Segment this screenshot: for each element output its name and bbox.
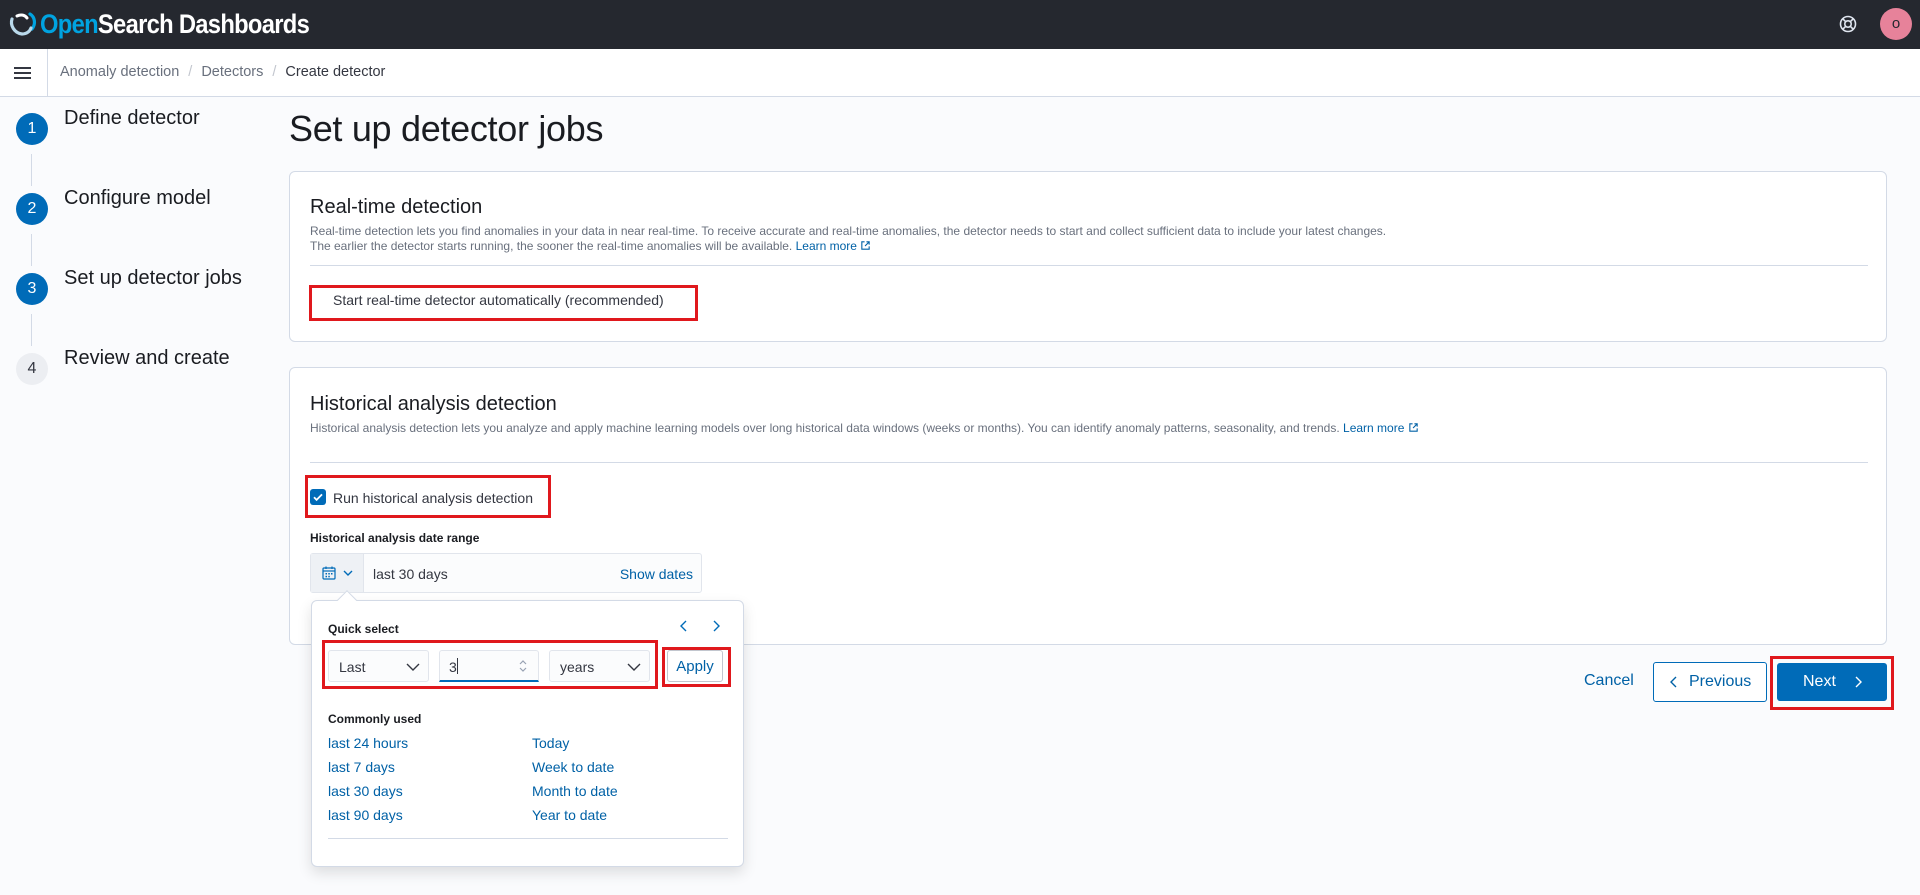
step-configure-model[interactable]: 2 Configure model: [16, 187, 211, 225]
breadcrumb-create-detector: Create detector: [285, 64, 386, 80]
realtime-checkbox[interactable]: [316, 292, 332, 308]
divider: [310, 265, 1868, 266]
page-title: Set up detector jobs: [289, 108, 604, 149]
highlight-apply-button: [662, 647, 731, 687]
historical-learn-more-link[interactable]: Learn more: [1343, 421, 1419, 435]
quick-select-toggle-button[interactable]: [311, 554, 364, 592]
commonly-used-last-90-days[interactable]: last 90 days: [328, 807, 403, 823]
step-label: Review and create: [64, 347, 230, 369]
divider: [47, 49, 48, 97]
opensearch-logo-icon: [9, 12, 37, 36]
step-label: Configure model: [64, 187, 211, 209]
step-number: 3: [16, 273, 48, 305]
breadcrumb-separator: /: [188, 64, 193, 80]
checkmark-icon: [313, 493, 323, 502]
chevron-right-icon: [1855, 676, 1862, 688]
external-link-icon: [1409, 423, 1418, 432]
date-range-value[interactable]: last 30 days: [373, 566, 448, 582]
chevron-down-icon: [343, 570, 353, 576]
step-label: Define detector: [64, 107, 200, 129]
top-header-bar: OpenSearch Dashboards o: [0, 0, 1920, 49]
step-connector: [31, 154, 32, 186]
show-dates-button[interactable]: Show dates: [620, 566, 693, 582]
commonly-used-last-7-days[interactable]: last 7 days: [328, 759, 395, 775]
user-avatar[interactable]: o: [1880, 8, 1912, 40]
realtime-learn-more-link[interactable]: Learn more: [796, 239, 872, 253]
historical-checkbox-label[interactable]: Run historical analysis detection: [333, 490, 533, 506]
breadcrumb-anomaly-detection[interactable]: Anomaly detection: [60, 64, 179, 80]
step-number: 4: [16, 353, 48, 385]
date-range-picker: last 30 days Show dates: [310, 553, 702, 593]
realtime-description: Real-time detection lets you find anomal…: [310, 224, 1387, 253]
breadcrumb-detectors[interactable]: Detectors: [201, 64, 263, 80]
next-button[interactable]: Next: [1777, 663, 1887, 701]
step-connector: [31, 314, 32, 346]
commonly-used-last-30-days[interactable]: last 30 days: [328, 783, 403, 799]
commonly-used-week-to-date[interactable]: Week to date: [532, 759, 614, 775]
chevron-right-icon[interactable]: [709, 619, 723, 633]
quick-select-title: Quick select: [328, 622, 399, 636]
previous-button[interactable]: Previous: [1653, 662, 1767, 702]
calendar-icon: [322, 566, 336, 580]
step-set-up-detector-jobs[interactable]: 3 Set up detector jobs: [16, 267, 242, 305]
breadcrumb: Anomaly detection / Detectors / Create d…: [60, 64, 385, 80]
highlight-quick-select-controls: [322, 640, 658, 689]
commonly-used-title: Commonly used: [328, 712, 422, 726]
historical-checkbox[interactable]: [310, 489, 326, 505]
step-label: Set up detector jobs: [64, 267, 242, 289]
divider: [310, 462, 1868, 463]
cancel-button[interactable]: Cancel: [1584, 672, 1634, 690]
breadcrumb-separator: /: [272, 64, 277, 80]
hamburger-menu-icon[interactable]: [12, 64, 34, 82]
step-number: 1: [16, 113, 48, 145]
step-define-detector[interactable]: 1 Define detector: [16, 107, 200, 145]
help-icon[interactable]: [1836, 12, 1860, 36]
step-review-and-create[interactable]: 4 Review and create: [16, 347, 230, 385]
realtime-title: Real-time detection: [310, 196, 483, 218]
external-link-icon: [861, 241, 871, 250]
divider: [328, 838, 728, 839]
next-label: Next: [1803, 673, 1836, 690]
breadcrumb-bar: Anomaly detection / Detectors / Create d…: [0, 49, 1920, 97]
commonly-used-month-to-date[interactable]: Month to date: [532, 783, 618, 799]
opensearch-logo[interactable]: OpenSearch Dashboards: [8, 8, 346, 40]
step-connector: [31, 234, 32, 266]
commonly-used-last-24-hours[interactable]: last 24 hours: [328, 735, 408, 751]
logo-text: OpenSearch Dashboards: [40, 8, 310, 39]
commonly-used-today[interactable]: Today: [532, 735, 569, 751]
historical-description: Historical analysis detection lets you a…: [310, 421, 1470, 436]
previous-label: Previous: [1689, 673, 1752, 690]
step-number: 2: [16, 193, 48, 225]
chevron-left-icon[interactable]: [677, 619, 691, 633]
realtime-checkbox-label[interactable]: Start real-time detector automatically (…: [333, 292, 664, 308]
historical-title: Historical analysis detection: [310, 393, 557, 415]
chevron-left-icon: [1670, 676, 1677, 688]
commonly-used-year-to-date[interactable]: Year to date: [532, 807, 607, 823]
date-range-label: Historical analysis date range: [310, 531, 480, 545]
